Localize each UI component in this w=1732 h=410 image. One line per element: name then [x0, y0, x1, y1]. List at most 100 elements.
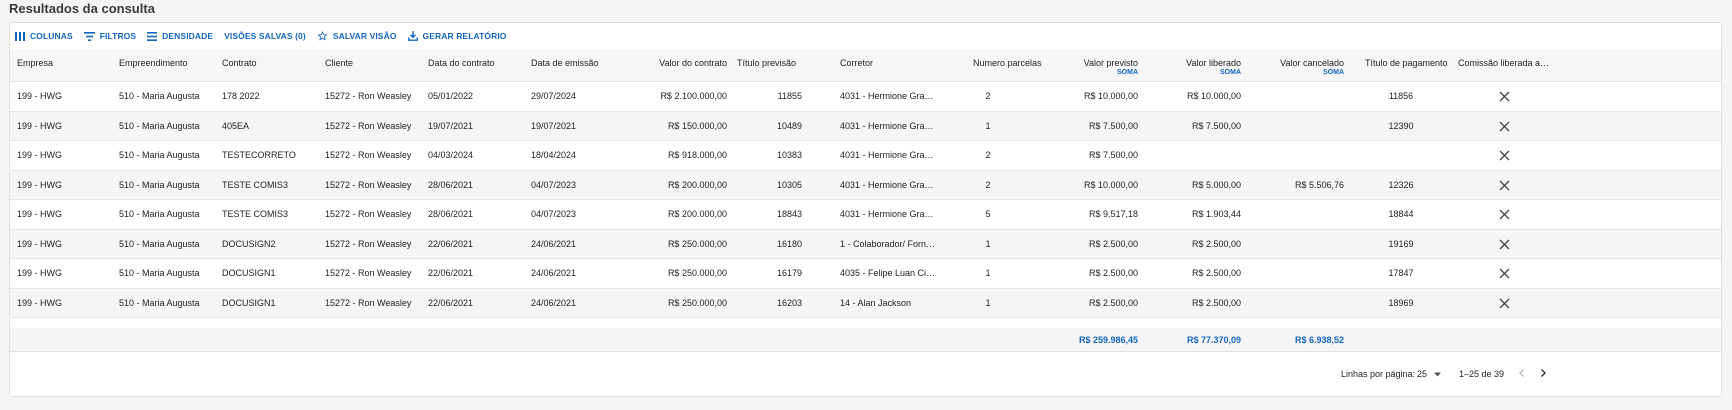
col-header-valor-cancelado[interactable]: Valor cancelado [1246, 57, 1344, 69]
cell-numero-parcelas: 1 [985, 238, 991, 249]
cell-numero-parcelas: 1 [985, 120, 991, 131]
cell-titulo-pagamento: 17847 [1388, 268, 1414, 278]
cell-data-contrato: 28/06/2021 [428, 179, 474, 190]
cell-cliente: 15272 - Ron Weasley [325, 150, 412, 160]
grid-toolbar: COLUNAS FILTROS DENSIDADE VISÕES SALVAS … [10, 23, 1721, 49]
sum-label-valor-liberado: SOMA [1220, 69, 1241, 76]
cell-corretor: 4031 - Hermione Granger [840, 120, 936, 131]
col-header-data-contrato[interactable]: Data do contrato [428, 57, 523, 69]
col-header-titulo-pagamento[interactable]: Título de pagamento [1365, 57, 1457, 69]
cell-valor-previsto: R$ 2.500,00 [1088, 268, 1138, 278]
sum-label-valor-cancelado: SOMA [1323, 69, 1344, 76]
col-header-valor-liberado[interactable]: Valor liberado [1143, 57, 1241, 69]
cell-titulo-previsao: 16180 [776, 238, 802, 249]
cell-empresa: 199 - HWG [17, 179, 63, 190]
cell-numero-parcelas: 2 [985, 91, 991, 101]
col-header-empreendimento[interactable]: Empreendimento [119, 57, 214, 69]
grid-header: Empresa Empreendimento Contrato Cliente … [10, 49, 1721, 82]
cell-titulo-previsao: 16203 [776, 297, 802, 308]
col-header-data-emissao[interactable]: Data de emissão [531, 57, 626, 69]
cell-valor-contrato: R$ 250.000,00 [667, 238, 727, 249]
saved-views-button[interactable]: VISÕES SALVAS (0) [224, 31, 306, 41]
cell-titulo-previsao: 10383 [776, 150, 802, 160]
cell-titulo-previsao: 11855 [777, 91, 802, 101]
save-view-button[interactable]: SALVAR VISÃO [317, 31, 397, 41]
table-row[interactable]: 199 - HWG 510 - Maria Augusta DOCUSIGN1 152… [10, 288, 1721, 318]
generate-report-button[interactable]: GERAR RELATÓRIO [407, 31, 507, 41]
cell-valor-liberado: R$ 2.500,00 [1191, 268, 1241, 278]
cell-valor-liberado: R$ 10.000,00 [1186, 91, 1241, 101]
cell-corretor: 4031 - Hermione Granger [840, 179, 936, 190]
cell-empreendimento: 510 - Maria Augusta [119, 238, 200, 249]
cell-valor-liberado: R$ 1.903,44 [1191, 209, 1241, 219]
cell-cliente: 15272 - Ron Weasley [325, 179, 412, 190]
cell-cliente: 15272 - Ron Weasley [325, 91, 412, 101]
cell-data-contrato: 28/06/2021 [428, 209, 474, 219]
table-row[interactable]: 199 - HWG 510 - Maria Augusta 405EA 15272 -… [10, 111, 1721, 141]
cell-valor-liberado: R$ 7.500,00 [1191, 120, 1241, 131]
columns-button[interactable]: COLUNAS [15, 31, 73, 41]
chevron-right-icon[interactable] [1536, 366, 1550, 380]
col-header-corretor[interactable]: Corretor [840, 57, 935, 69]
col-header-empresa[interactable]: Empresa [17, 57, 112, 69]
rows-per-page-value: 25 [1417, 369, 1428, 379]
density-label: DENSIDADE [162, 31, 214, 41]
table-row[interactable]: 199 - HWG 510 - Maria Augusta TESTECORRETO… [10, 141, 1721, 171]
cell-empreendimento: 510 - Maria Augusta [119, 179, 200, 190]
cell-data-emissao: 04/07/2023 [531, 209, 577, 219]
close-icon [1499, 209, 1510, 220]
cell-data-contrato: 04/03/2024 [428, 150, 474, 160]
col-header-valor-previsto[interactable]: Valor previsto [1040, 57, 1138, 69]
cell-valor-cancelado: R$ 5.506,76 [1294, 179, 1344, 190]
table-row[interactable]: 199 - HWG 510 - Maria Augusta DOCUSIGN1 152… [10, 259, 1721, 289]
cell-empreendimento: 510 - Maria Augusta [119, 297, 200, 308]
cell-titulo-pagamento: 19169 [1388, 238, 1414, 249]
cell-valor-previsto: R$ 7.500,00 [1088, 150, 1138, 160]
cell-valor-previsto: R$ 10.000,00 [1083, 91, 1138, 101]
cell-empresa: 199 - HWG [17, 238, 63, 249]
cell-titulo-pagamento: 18844 [1388, 209, 1414, 219]
chevron-left-icon[interactable] [1515, 366, 1529, 380]
cell-valor-contrato: R$ 918.000,00 [667, 150, 727, 160]
filters-button[interactable]: FILTROS [83, 31, 136, 41]
cell-valor-contrato: R$ 250.000,00 [667, 268, 727, 278]
cell-empresa: 199 - HWG [17, 150, 63, 160]
table-row[interactable]: 199 - HWG 510 - Maria Augusta DOCUSIGN2 152… [10, 229, 1721, 259]
cell-data-contrato: 22/06/2021 [428, 297, 474, 308]
generate-report-label: GERAR RELATÓRIO [422, 31, 507, 41]
star-outline-icon [317, 31, 328, 41]
download-icon [407, 31, 418, 41]
cell-data-emissao: 24/06/2021 [531, 297, 577, 308]
page-range-label: 1–25 de 39 [1459, 369, 1505, 379]
cell-empreendimento: 510 - Maria Augusta [119, 209, 200, 219]
table-row[interactable]: 199 - HWG 510 - Maria Augusta TESTE COMIS3… [10, 170, 1721, 200]
rows-per-page-select[interactable]: 25 [1417, 368, 1447, 380]
table-row[interactable]: 199 - HWG 510 - Maria Augusta 178 2022 1527… [10, 82, 1721, 112]
cell-valor-previsto: R$ 10.000,00 [1083, 179, 1138, 190]
cell-numero-parcelas: 2 [985, 150, 991, 160]
cell-corretor: 1 - Colaborador/ Fornec... [840, 238, 936, 249]
cell-titulo-previsao: 18843 [776, 209, 802, 219]
rows-per-page-label: Linhas por página: [1341, 369, 1416, 379]
col-header-comissao-liberada[interactable]: Comissão liberada auto... [1458, 57, 1554, 69]
col-header-cliente[interactable]: Cliente [325, 57, 420, 69]
density-icon [147, 31, 158, 41]
col-header-titulo-previsao[interactable]: Título previsão [737, 57, 832, 69]
cell-numero-parcelas: 2 [985, 179, 991, 190]
col-header-contrato[interactable]: Contrato [222, 57, 317, 69]
cell-empresa: 199 - HWG [17, 91, 63, 101]
save-view-label: SALVAR VISÃO [332, 31, 397, 41]
cell-cliente: 15272 - Ron Weasley [325, 238, 412, 249]
col-header-valor-contrato[interactable]: Valor do contrato [630, 57, 727, 69]
cell-titulo-pagamento: 12390 [1388, 120, 1414, 131]
cell-numero-parcelas: 1 [985, 297, 991, 308]
cell-data-emissao: 29/07/2024 [531, 91, 577, 101]
cell-data-contrato: 19/07/2021 [428, 120, 474, 131]
cell-data-contrato: 22/06/2021 [428, 238, 474, 249]
cell-valor-previsto: R$ 9.517,18 [1088, 209, 1138, 219]
cell-valor-contrato: R$ 200.000,00 [667, 179, 727, 190]
density-button[interactable]: DENSIDADE [147, 31, 213, 41]
cell-numero-parcelas: 1 [985, 268, 991, 278]
cell-titulo-previsao: 10489 [776, 120, 802, 131]
table-row[interactable]: 199 - HWG 510 - Maria Augusta TESTE COMIS3… [10, 200, 1721, 230]
